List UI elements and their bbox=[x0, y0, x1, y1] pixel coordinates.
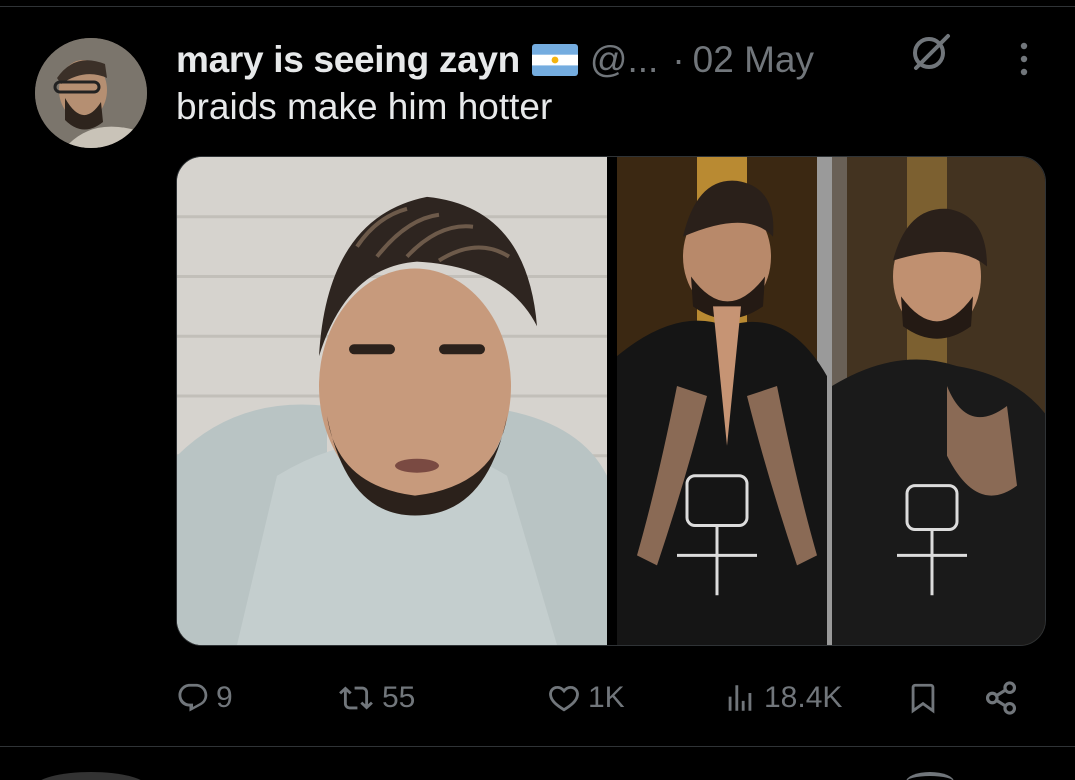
tweet-media bbox=[176, 156, 1046, 646]
heart-icon bbox=[549, 685, 579, 712]
share-icon bbox=[985, 681, 1017, 715]
photo-right[interactable] bbox=[617, 157, 1045, 645]
avatar[interactable] bbox=[35, 38, 147, 148]
retweet-count: 55 bbox=[382, 681, 416, 714]
bookmark-button[interactable] bbox=[906, 670, 940, 726]
more-options-icon[interactable] bbox=[1010, 38, 1038, 82]
like-button[interactable]: 1K bbox=[546, 670, 625, 726]
next-tweet-avatar[interactable] bbox=[35, 772, 147, 780]
top-divider bbox=[0, 6, 1075, 7]
photo-left[interactable] bbox=[177, 157, 607, 645]
timestamp[interactable]: 02 May bbox=[693, 39, 814, 81]
next-tweet-grok-icon[interactable] bbox=[906, 772, 954, 780]
retweet-button[interactable]: 55 bbox=[336, 670, 415, 726]
handle[interactable]: @... bbox=[590, 39, 658, 81]
reply-count: 9 bbox=[216, 681, 233, 714]
reply-button[interactable]: 9 bbox=[176, 670, 233, 726]
avatar-image bbox=[35, 38, 147, 148]
argentina-flag-icon bbox=[531, 44, 578, 76]
like-count: 1K bbox=[588, 681, 625, 714]
action-bar: 9 55 1K 18.4K bbox=[176, 670, 1046, 726]
display-name[interactable]: mary is seeing zayn bbox=[176, 39, 520, 81]
analytics-icon bbox=[728, 685, 752, 711]
views-count: 18.4K bbox=[764, 681, 843, 714]
grok-icon[interactable] bbox=[906, 28, 954, 76]
retweet-icon bbox=[339, 686, 373, 710]
separator-dot: · bbox=[672, 39, 685, 80]
bookmark-icon bbox=[911, 683, 935, 714]
reply-icon bbox=[178, 683, 208, 712]
bottom-divider bbox=[0, 746, 1075, 747]
share-button[interactable] bbox=[982, 670, 1020, 726]
views-button[interactable]: 18.4K bbox=[722, 670, 842, 726]
tweet-header: mary is seeing zayn @... · 02 May bbox=[176, 36, 814, 84]
tweet-text: braids make him hotter bbox=[176, 86, 553, 127]
